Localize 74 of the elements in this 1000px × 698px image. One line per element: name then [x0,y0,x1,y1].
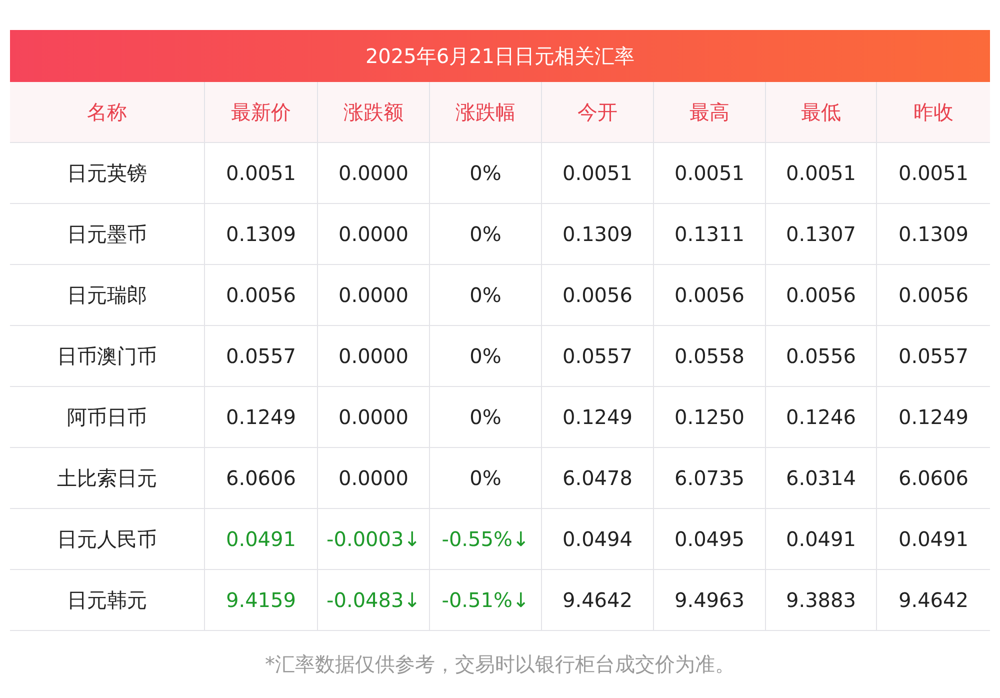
table-title: 2025年6月21日日元相关汇率 [10,30,990,82]
table-cell: 6.0478 [542,448,654,509]
table-cell: 0.0056 [542,265,654,326]
table-cell: 0.1307 [766,204,877,265]
table-cell: 0% [430,448,542,509]
table-cell: 0.1309 [205,204,318,265]
column-header: 最新价 [205,82,318,143]
table-cell: 日元墨币 [10,204,205,265]
table-cell: 0.1250 [654,387,766,448]
table-cell: 0.1311 [654,204,766,265]
table-cell: 0.0557 [877,326,990,387]
table-cell: 6.0314 [766,448,877,509]
table-cell: 0% [430,265,542,326]
table-cell: 0.0557 [542,326,654,387]
table-cell: 9.4642 [542,570,654,631]
table-cell: 0.0056 [205,265,318,326]
table-cell: 0.0556 [766,326,877,387]
table-cell: 9.4159 [205,570,318,631]
table-cell: 0.1246 [766,387,877,448]
table-cell: 0.0056 [877,265,990,326]
table-cell: 0.0000 [318,265,430,326]
footnote: *汇率数据仅供参考，交易时以银行柜台成交价为准。 [264,651,736,678]
table-cell: 0% [430,387,542,448]
table-cell: 日元瑞郎 [10,265,205,326]
table-cell: 0.0056 [766,265,877,326]
table-cell: 0.1309 [877,204,990,265]
column-header: 最高 [654,82,766,143]
table-cell: 0.0557 [205,326,318,387]
table-cell: -0.55%↓ [430,509,542,570]
table-cell: 6.0735 [654,448,766,509]
table-cell: 0.0051 [205,143,318,204]
table-cell: 0.0051 [654,143,766,204]
table-cell: 9.4642 [877,570,990,631]
table-cell: 0.0495 [654,509,766,570]
table-cell: 9.4963 [654,570,766,631]
table-cell: -0.0003↓ [318,509,430,570]
table-cell: 6.0606 [205,448,318,509]
table-cell: 土比索日元 [10,448,205,509]
column-header: 昨收 [877,82,990,143]
table-cell: 0.0000 [318,326,430,387]
table-cell: 0.0558 [654,326,766,387]
table-cell: 0.0491 [205,509,318,570]
table-cell: 日币澳门币 [10,326,205,387]
table-cell: 0% [430,326,542,387]
table-cell: 日元英镑 [10,143,205,204]
table-cell: 0.0056 [654,265,766,326]
table-cell: 0.0000 [318,387,430,448]
table-cell: 0.1309 [542,204,654,265]
table-cell: 0.1249 [877,387,990,448]
table-cell: -0.0483↓ [318,570,430,631]
table-cell: 0.0494 [542,509,654,570]
table-cell: 0.0051 [542,143,654,204]
column-header: 涨跌额 [318,82,430,143]
table-cell: 0.1249 [542,387,654,448]
table-cell: 0% [430,143,542,204]
table-cell: 0.0000 [318,204,430,265]
table-cell: 6.0606 [877,448,990,509]
column-header: 涨跌幅 [430,82,542,143]
column-header: 最低 [766,82,877,143]
table-cell: 0.0491 [877,509,990,570]
table-cell: 0.0491 [766,509,877,570]
table-cell: -0.51%↓ [430,570,542,631]
table-cell: 阿币日币 [10,387,205,448]
table-cell: 0.0051 [877,143,990,204]
table-cell: 9.3883 [766,570,877,631]
table-cell: 0% [430,204,542,265]
table-cell: 0.0000 [318,448,430,509]
table-cell: 日元韩元 [10,570,205,631]
column-header: 今开 [542,82,654,143]
column-header: 名称 [10,82,205,143]
table-cell: 0.1249 [205,387,318,448]
table-cell: 日元人民币 [10,509,205,570]
table-cell: 0.0000 [318,143,430,204]
table-cell: 0.0051 [766,143,877,204]
